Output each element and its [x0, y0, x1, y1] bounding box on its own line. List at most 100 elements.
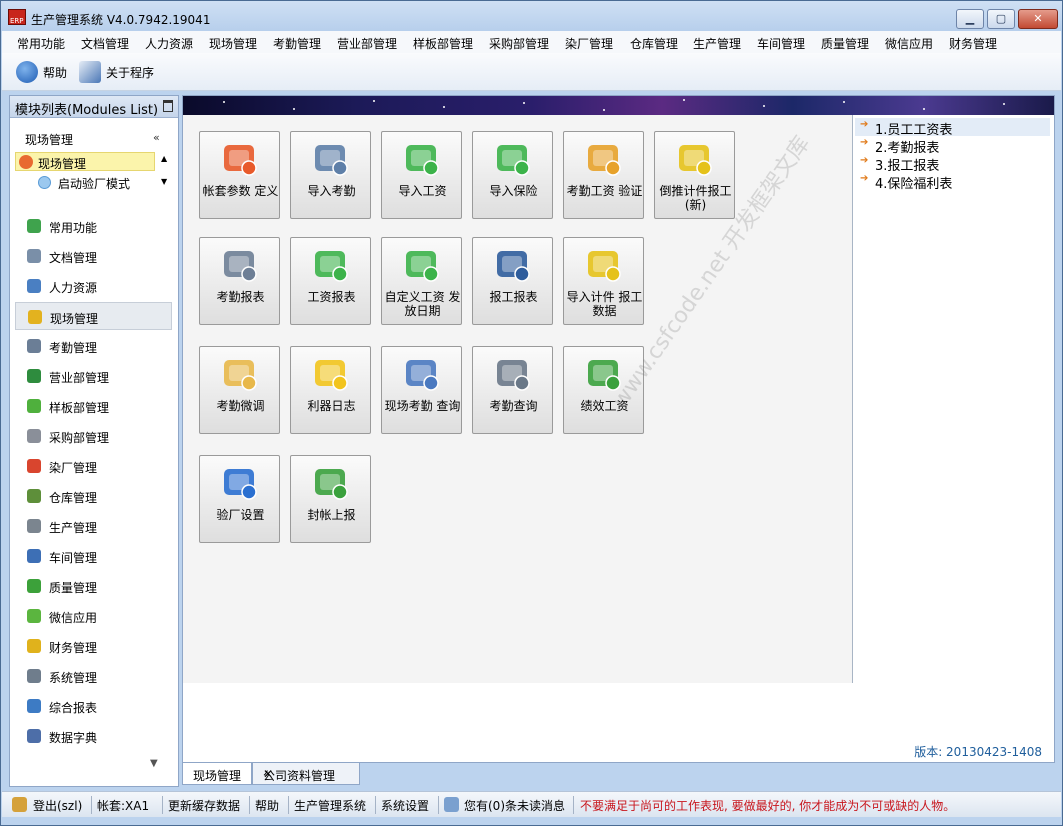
- sidebar-item-label: 质量管理: [49, 581, 98, 595]
- pin-icon[interactable]: [163, 100, 173, 112]
- modules-sidebar: 模块列表(Modules List) 现场管理 « 现场管理 启动验厂模式 ▲ …: [9, 95, 179, 787]
- sidebar-item-5[interactable]: 营业部管理: [15, 362, 172, 390]
- menu-item-quality[interactable]: 质量管理: [821, 35, 869, 52]
- report-list-item[interactable]: ➔ 1.员工工资表: [855, 118, 1050, 138]
- report-list-item[interactable]: ➔ 2.考勤报表: [855, 136, 1050, 156]
- menu-item-production[interactable]: 生产管理: [693, 35, 741, 52]
- sidebar-item-2[interactable]: 人力资源: [15, 272, 172, 300]
- menu-item-attendance[interactable]: 考勤管理: [273, 35, 321, 52]
- folder-gear-icon: [221, 355, 259, 393]
- sidebar-scroll-down-icon[interactable]: ▼: [150, 758, 158, 769]
- tab-company-data[interactable]: 公司资料管理 ✕: [252, 763, 360, 785]
- collapse-icon[interactable]: «: [153, 131, 160, 144]
- maximize-button[interactable]: ▢: [987, 9, 1015, 29]
- warning-icon: [312, 355, 350, 393]
- flag-icon: [27, 579, 41, 593]
- tree-item-site-management[interactable]: 现场管理: [15, 152, 155, 171]
- motto-text: 不要满足于尚可的工作表现, 要做最好的, 你才能成为不可或缺的人物。: [580, 799, 956, 813]
- tile-button-7[interactable]: 工资报表: [290, 237, 371, 325]
- tree-scroll-down-icon[interactable]: ▼: [161, 177, 167, 186]
- logout-link[interactable]: 登出(szl): [33, 797, 82, 814]
- section-title: 现场管理: [25, 133, 74, 147]
- tab-close-icon[interactable]: ✕: [263, 767, 354, 781]
- sidebar-item-12[interactable]: 质量管理: [15, 572, 172, 600]
- about-icon: [79, 61, 101, 83]
- tree-item-factory-mode[interactable]: 启动验厂模式: [58, 175, 130, 192]
- menu-item-wechat[interactable]: 微信应用: [885, 35, 933, 52]
- tile-button-3[interactable]: 导入保险: [472, 131, 553, 219]
- sidebar-item-label: 染厂管理: [49, 461, 98, 475]
- sidebar-item-6[interactable]: 样板部管理: [15, 392, 172, 420]
- messages-link[interactable]: 您有(0)条未读消息: [464, 797, 565, 814]
- sidebar-item-13[interactable]: 微信应用: [15, 602, 172, 630]
- tile-button-16[interactable]: 验厂设置: [199, 455, 280, 543]
- help-toolbar-button[interactable]: 帮助: [16, 61, 67, 83]
- sidebar-item-label: 常用功能: [49, 221, 98, 235]
- tile-button-1[interactable]: 导入考勤: [290, 131, 371, 219]
- tile-button-13[interactable]: 现场考勤 查询: [381, 346, 462, 434]
- sidebar-item-9[interactable]: 仓库管理: [15, 482, 172, 510]
- shield-icon: [27, 639, 41, 653]
- tile-button-2[interactable]: 导入工资: [381, 131, 462, 219]
- report-list-item[interactable]: ➔ 3.报工报表: [855, 154, 1050, 174]
- sidebar-item-4[interactable]: 考勤管理: [15, 332, 172, 360]
- tile-button-17[interactable]: 封帐上报: [290, 455, 371, 543]
- help-status-button[interactable]: 帮助: [255, 797, 279, 814]
- menu-item-workshop[interactable]: 车间管理: [757, 35, 805, 52]
- tile-button-9[interactable]: 报工报表: [472, 237, 553, 325]
- system-settings-button[interactable]: 系统设置: [381, 797, 429, 814]
- arrow-right-icon: ➔: [860, 155, 869, 166]
- tile-button-8[interactable]: 自定义工资 发放日期: [381, 237, 462, 325]
- sidebar-item-1[interactable]: 文档管理: [15, 242, 172, 270]
- tile-button-12[interactable]: 利器日志: [290, 346, 371, 434]
- sidebar-item-17[interactable]: 数据字典: [15, 722, 172, 750]
- sidebar-item-label: 样板部管理: [49, 401, 110, 415]
- tile-button-0[interactable]: 帐套参数 定义: [199, 131, 280, 219]
- menu-item-sales[interactable]: 营业部管理: [337, 35, 397, 52]
- menu-item-samples[interactable]: 样板部管理: [413, 35, 473, 52]
- money-coins-icon: [494, 140, 532, 178]
- sidebar-item-14[interactable]: 财务管理: [15, 632, 172, 660]
- menu-item-site[interactable]: 现场管理: [209, 35, 257, 52]
- divider: [162, 796, 163, 814]
- close-button[interactable]: ✕: [1018, 9, 1058, 29]
- cubes-hand-icon: [676, 140, 714, 178]
- tab-site-management[interactable]: 现场管理: [182, 763, 252, 785]
- sidebar-item-10[interactable]: 生产管理: [15, 512, 172, 540]
- sidebar-item-16[interactable]: 综合报表: [15, 692, 172, 720]
- tile-button-11[interactable]: 考勤微调: [199, 346, 280, 434]
- menu-item-hr[interactable]: 人力资源: [145, 35, 193, 52]
- sidebar-item-0[interactable]: 常用功能: [15, 212, 172, 240]
- calculator-icon: [585, 140, 623, 178]
- tile-button-4[interactable]: 考勤工资 验证: [563, 131, 644, 219]
- sidebar-item-3[interactable]: 现场管理: [15, 302, 172, 330]
- timer-icon: [27, 339, 41, 353]
- tools-icon: [27, 669, 41, 683]
- menu-item-documents[interactable]: 文档管理: [81, 35, 129, 52]
- tile-button-14[interactable]: 考勤查询: [472, 346, 553, 434]
- tile-button-10[interactable]: 导入计件 报工数据: [563, 237, 644, 325]
- tile-label: 报工报表: [489, 290, 538, 304]
- sidebar-item-11[interactable]: 车间管理: [15, 542, 172, 570]
- sidebar-item-7[interactable]: 采购部管理: [15, 422, 172, 450]
- tile-label: 考勤报表: [216, 290, 265, 304]
- minimize-button[interactable]: ▁: [956, 9, 984, 29]
- report-list-item[interactable]: ➔ 4.保险福利表: [855, 172, 1050, 192]
- menu-item-finance[interactable]: 财务管理: [949, 35, 997, 52]
- users-icon: [27, 279, 41, 293]
- tile-button-6[interactable]: 考勤报表: [199, 237, 280, 325]
- menu-item-dyeing[interactable]: 染厂管理: [565, 35, 613, 52]
- tree-scroll-up-icon[interactable]: ▲: [161, 154, 167, 163]
- menu-item-purchasing[interactable]: 采购部管理: [489, 35, 549, 52]
- sidebar-title: 模块列表(Modules List): [15, 103, 159, 118]
- menu-item-warehouse[interactable]: 仓库管理: [630, 35, 678, 52]
- about-toolbar-button[interactable]: 关于程序: [79, 61, 154, 83]
- tile-button-5[interactable]: 倒推计件报工 (新): [654, 131, 735, 219]
- menu-item-common[interactable]: 常用功能: [17, 35, 65, 52]
- book-icon: [27, 429, 41, 443]
- network-users-icon: [403, 355, 441, 393]
- report-label: 4.保险福利表: [875, 177, 953, 192]
- refresh-cache-button[interactable]: 更新缓存数据: [168, 797, 240, 814]
- sidebar-item-8[interactable]: 染厂管理: [15, 452, 172, 480]
- sidebar-item-15[interactable]: 系统管理: [15, 662, 172, 690]
